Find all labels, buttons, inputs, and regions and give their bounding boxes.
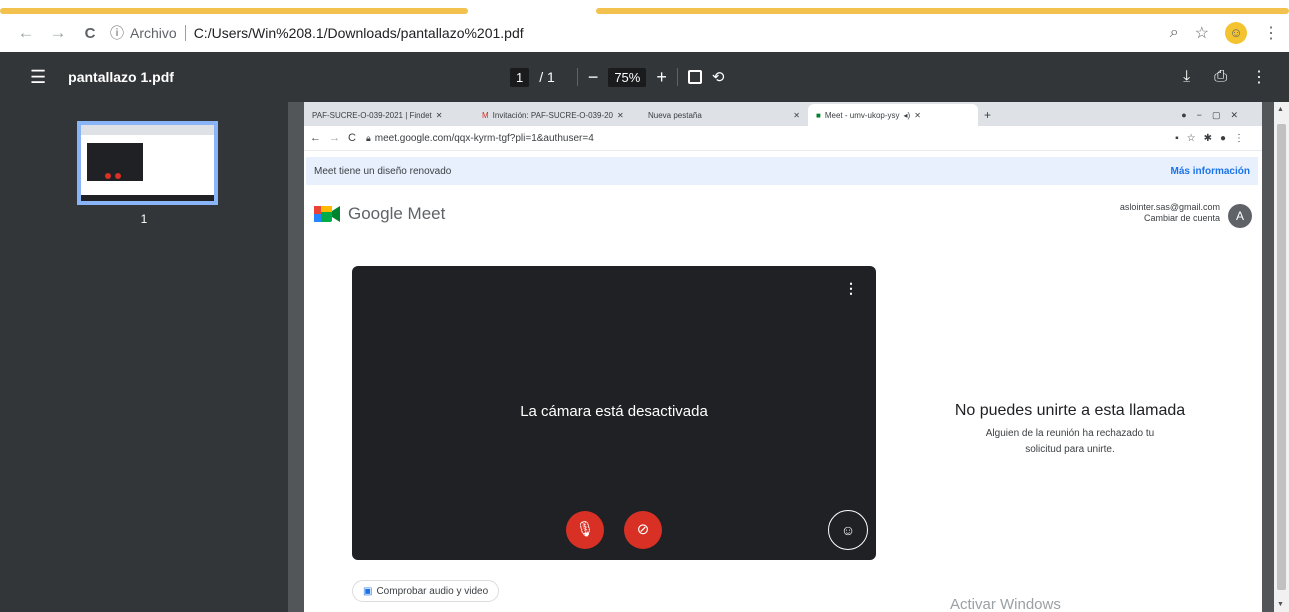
rotate-icon[interactable]: ⟲ [712, 68, 725, 86]
inner-tab-active: ■ Meet - umv-ukop-ysy ◂) ✕ [808, 104, 978, 126]
forward-icon[interactable]: → [46, 23, 70, 43]
tab-label: Nueva pestaña [648, 110, 702, 120]
camera-off-message: La cámara está desactivada [520, 403, 708, 420]
inner-tab: PAF-SUCRE-O-039-2021 | Findet ✕ [304, 104, 474, 126]
close-icon: ✕ [435, 110, 443, 120]
account-email: aslointer.sas@gmail.com [1119, 202, 1220, 212]
lock-icon: 🔒︎ [365, 132, 371, 143]
forward-icon: → [329, 132, 340, 144]
inner-toolbar-icons: ▪☆✱●⋮ [1175, 132, 1252, 144]
tab-label: Invitación: PAF-SUCRE-O-039-20 [492, 110, 614, 120]
account-info: aslointer.sas@gmail.com Cambiar de cuent… [1120, 202, 1220, 224]
close-icon: ✕ [617, 110, 624, 120]
more-icon[interactable]: ⋮ [1251, 67, 1267, 87]
scrollbar-thumb[interactable] [1277, 124, 1286, 590]
windows-watermark: Activar Windows [950, 596, 1061, 612]
download-icon[interactable]: ⤓ [1183, 68, 1190, 86]
meet-logo-icon [314, 206, 340, 222]
thumbnail-sidebar: 1 [0, 102, 288, 612]
pdf-toolbar: ☰ pantallazo 1.pdf 1 / 1 − 75% + ⟲ ⤓ ⎙ ⋮ [0, 52, 1289, 102]
inner-address-bar: ← → C 🔒︎ meet.google.com/qqx-kyrm-tgf?pl… [304, 126, 1262, 151]
page-total: / 1 [539, 69, 555, 85]
thumbnail-page-number: 1 [140, 212, 148, 226]
address-bar-actions: ⌕ ☆ ☺ ⋮ [1170, 14, 1279, 52]
zoom-input[interactable]: 75% [608, 67, 647, 87]
zoom-icon[interactable]: ⌕ [1170, 24, 1179, 42]
inner-url: meet.google.com/qqx-kyrm-tgf?pli=1&authu… [374, 132, 594, 144]
close-icon: ✕ [793, 110, 800, 120]
more-info-link: Más información [1170, 165, 1250, 177]
fit-page-icon[interactable] [687, 70, 702, 84]
inner-tab: Nueva pestaña ✕ [640, 104, 808, 126]
new-tab-icon: + [984, 108, 992, 122]
back-icon: ← [310, 132, 321, 144]
window-controls-icon: ●−▢✕ [1181, 110, 1248, 120]
close-icon: ✕ [914, 110, 921, 120]
zoom-out-button[interactable]: − [588, 67, 599, 88]
reload-icon: C [348, 132, 356, 144]
meet-logo: Google Meet [314, 204, 445, 224]
pdf-page: PAF-SUCRE-O-039-2021 | Findet ✕ M Invitaci… [304, 102, 1262, 612]
star-icon[interactable]: ☆ [1195, 23, 1209, 43]
account-avatar: A [1228, 204, 1252, 228]
camera-off-icon: ⊘ [624, 511, 662, 549]
pdf-actions: ⤓ ⎙ ⋮ [1183, 52, 1267, 102]
page-number-input[interactable]: 1 [510, 67, 530, 87]
scroll-up-icon[interactable]: ▲ [1277, 106, 1284, 113]
divider [576, 68, 578, 86]
tab-label: PAF-SUCRE-O-039-2021 | Findet [312, 110, 432, 120]
cant-join-text: Alguien de la reunión ha rechazado tu so… [985, 428, 1155, 455]
info-icon[interactable]: ⓘ [110, 23, 124, 43]
cant-join-title: No puedes unirte a esta llamada [954, 402, 1186, 419]
tab-strip [0, 0, 1289, 14]
url-divider [184, 25, 186, 41]
print-icon[interactable]: ⎙ [1214, 68, 1227, 86]
pdf-controls: 1 / 1 − 75% + ⟲ [510, 52, 724, 102]
banner-text: Meet tiene un diseño renovado [314, 165, 452, 177]
menu-icon[interactable]: ⋮ [1263, 23, 1279, 43]
video-preview: ⋮ La cámara está desactivada 🎙︎ ⊘ ☺ [352, 266, 876, 560]
hamburger-menu-icon[interactable]: ☰ [30, 67, 46, 88]
more-options-icon: ⋮ [844, 280, 858, 296]
cant-join-panel: No puedes unirte a esta llamada Alguien … [900, 402, 1240, 458]
effects-icon: ☺ [828, 510, 868, 550]
tab-label: Meet - umv-ukop-ysy [824, 110, 900, 120]
url-field[interactable]: ⓘ Archivo C:/Users/Win%208.1/Downloads/p… [110, 23, 524, 43]
switch-account-link: Cambiar de cuenta [1143, 213, 1220, 223]
mic-off-icon: 🎙︎ [566, 511, 604, 549]
scrollbar[interactable]: ▲ ▼ [1274, 102, 1289, 612]
reload-icon[interactable]: C [78, 25, 102, 42]
address-bar: ← → C ⓘ Archivo C:/Users/Win%208.1/Downl… [0, 14, 1289, 52]
gmail-icon: M [482, 110, 489, 120]
inner-tab: M Invitación: PAF-SUCRE-O-039-20 ✕ [474, 104, 640, 126]
divider [676, 68, 678, 86]
meet-icon: ■ [816, 110, 821, 120]
zoom-in-button[interactable]: + [656, 67, 667, 88]
url-text[interactable]: C:/Users/Win%208.1/Downloads/pantallazo%… [194, 25, 524, 41]
scroll-down-icon[interactable]: ▼ [1277, 601, 1284, 608]
pdf-title: pantallazo 1.pdf [68, 69, 174, 85]
inner-tab-bar: PAF-SUCRE-O-039-2021 | Findet ✕ M Invitaci… [304, 102, 1262, 126]
check-audio-label: Comprobar audio y video [376, 585, 489, 597]
check-icon: ▣ [363, 585, 373, 597]
profile-avatar-icon[interactable]: ☺ [1225, 22, 1247, 44]
redesign-banner: Meet tiene un diseño renovado Más inform… [306, 157, 1258, 185]
back-icon[interactable]: ← [14, 23, 38, 43]
check-audio-video-button: ▣ Comprobar audio y video [352, 580, 500, 602]
meet-logo-text: Google Meet [348, 204, 446, 223]
audio-icon: ◂) [903, 110, 911, 120]
scheme-label: Archivo [130, 25, 177, 41]
page-thumbnail[interactable] [77, 121, 218, 205]
